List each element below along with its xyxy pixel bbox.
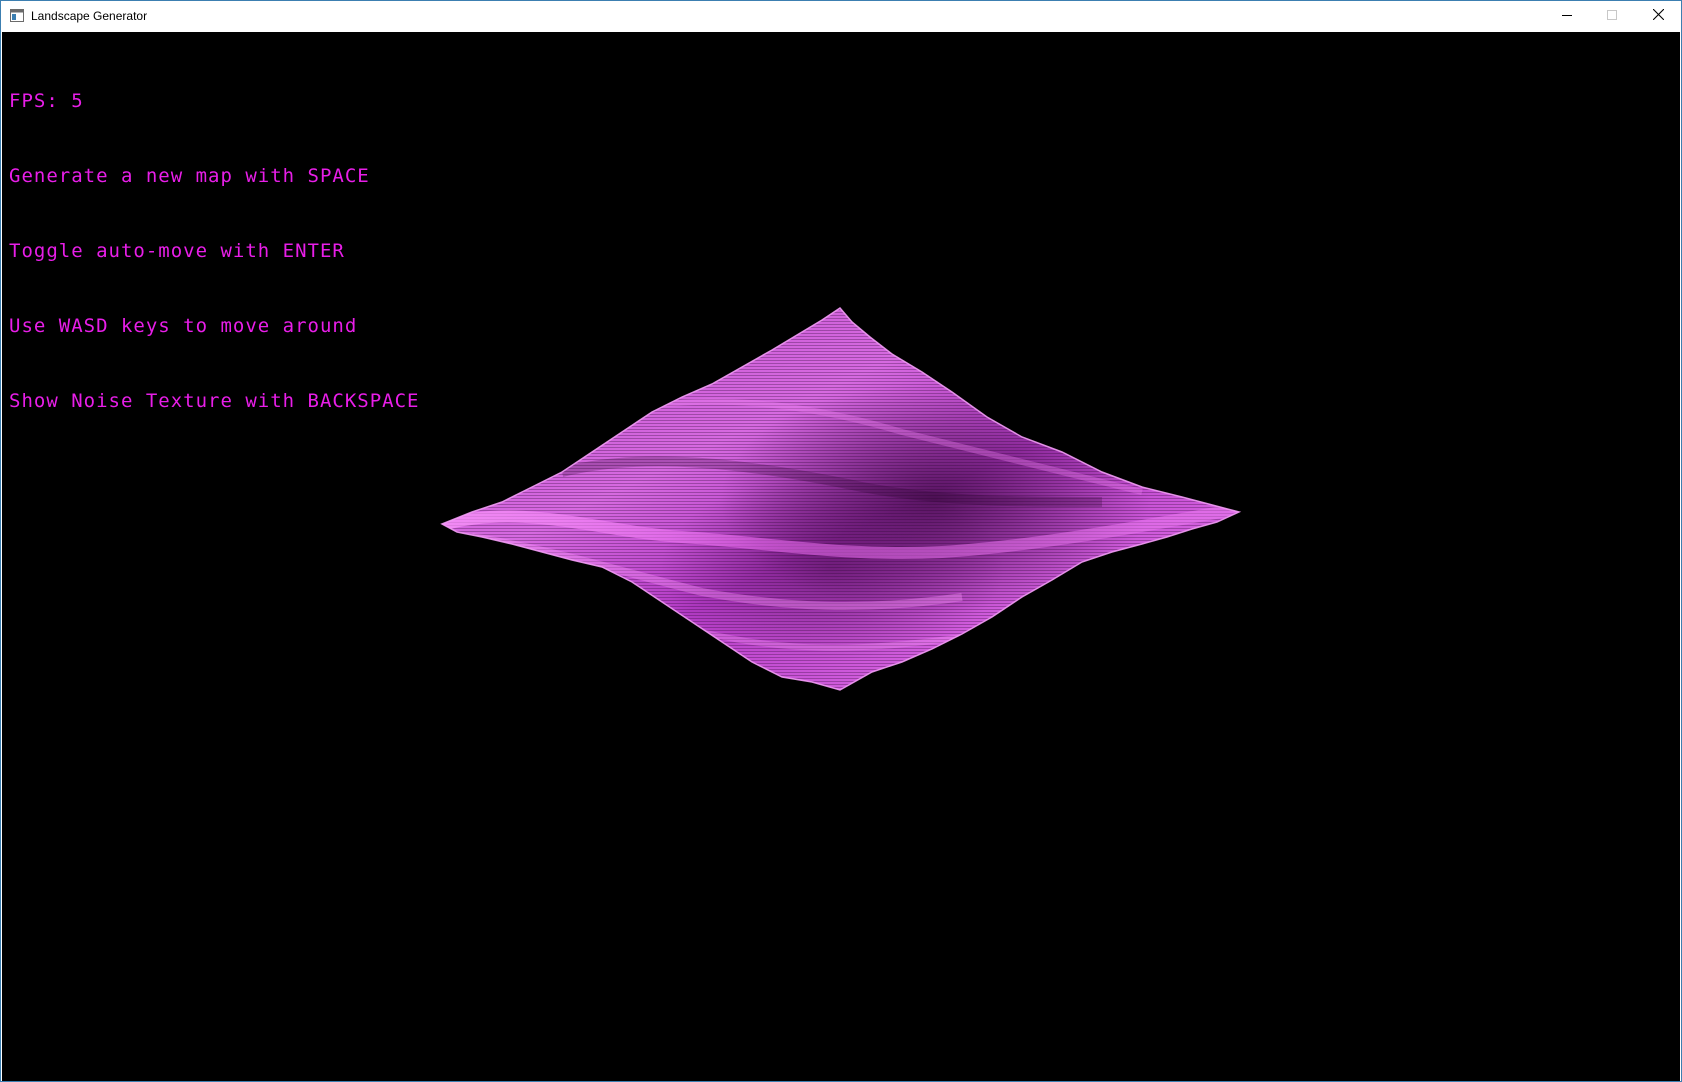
hud-overlay: FPS: 5 Generate a new map with SPACE Tog… bbox=[9, 39, 420, 464]
hud-line-generate: Generate a new map with SPACE bbox=[9, 165, 370, 187]
hud-line-wasd: Use WASD keys to move around bbox=[9, 315, 358, 337]
app-window-icon bbox=[10, 9, 24, 22]
close-button[interactable] bbox=[1635, 1, 1681, 31]
window-title: Landscape Generator bbox=[31, 9, 148, 23]
fps-counter: FPS: 5 bbox=[9, 90, 84, 112]
terrain-surface bbox=[440, 307, 1242, 691]
close-icon bbox=[1652, 7, 1664, 25]
hud-line-automove: Toggle auto-move with ENTER bbox=[9, 240, 345, 262]
title-bar[interactable]: Landscape Generator bbox=[1, 1, 1681, 32]
minimize-icon bbox=[1562, 7, 1572, 25]
render-viewport[interactable]: FPS: 5 Generate a new map with SPACE Tog… bbox=[2, 32, 1680, 1081]
minimize-button[interactable] bbox=[1544, 1, 1590, 31]
hud-line-noise: Show Noise Texture with BACKSPACE bbox=[9, 390, 420, 412]
app-window: Landscape Generator FPS: 5 Generate a ne… bbox=[0, 0, 1682, 1082]
maximize-icon bbox=[1607, 7, 1617, 25]
maximize-button[interactable] bbox=[1589, 1, 1635, 31]
